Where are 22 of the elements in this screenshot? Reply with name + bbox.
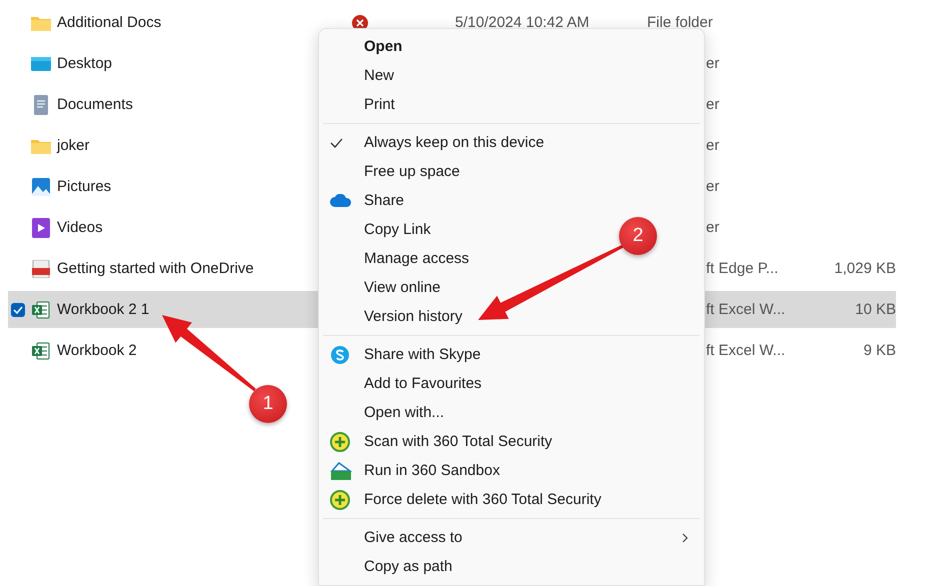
file-name: Additional Docs — [57, 14, 162, 31]
file-name: Getting started with OneDrive — [57, 260, 254, 277]
file-type: er — [705, 96, 720, 113]
file-type: er — [705, 137, 720, 154]
file-size: 1,029 KB — [834, 260, 896, 277]
file-type: File folder — [647, 14, 714, 31]
file-name: Workbook 2 — [57, 342, 137, 359]
file-name: joker — [57, 137, 90, 154]
file-size: 10 KB — [855, 301, 896, 318]
date-modified: 5/10/2024 10:42 AM — [455, 14, 590, 31]
file-name: Videos — [57, 219, 103, 236]
file-type: er — [705, 178, 720, 195]
file-type: ft Excel W... — [705, 301, 786, 318]
step-badge: 1 — [249, 385, 287, 423]
file-size: 9 KB — [863, 342, 896, 359]
file-type: er — [705, 55, 720, 72]
file-name: Desktop — [57, 55, 112, 72]
file-name: Workbook 2 1 — [57, 301, 150, 318]
file-name: Documents — [57, 96, 133, 113]
file-type: er — [705, 219, 720, 236]
file-type: ft Excel W... — [705, 342, 786, 359]
file-name: Pictures — [57, 178, 112, 195]
